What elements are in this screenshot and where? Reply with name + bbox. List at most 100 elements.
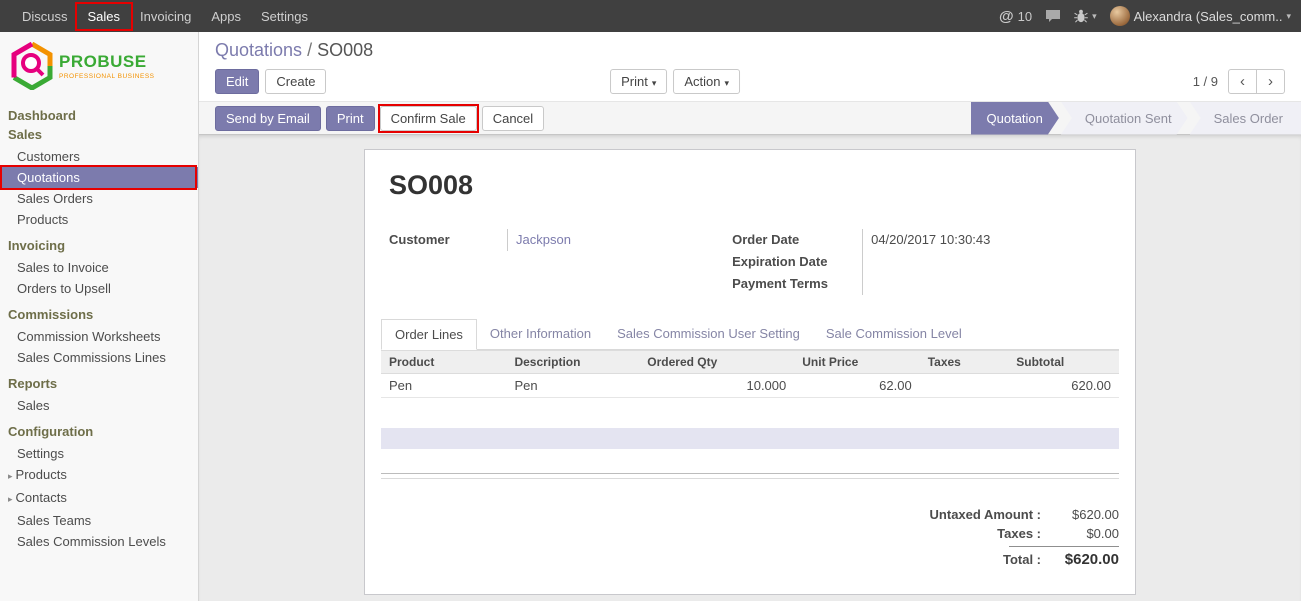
sidebar-item-label: Contacts xyxy=(16,490,67,505)
cell-subtotal: 620.00 xyxy=(1008,374,1119,398)
menu-sales-label: Sales xyxy=(88,9,121,24)
column-header-ordered-qty[interactable]: Ordered Qty xyxy=(639,351,794,374)
caret-down-icon: ▾ xyxy=(1286,12,1291,21)
breadcrumb-quotations-link[interactable]: Quotations xyxy=(215,40,302,60)
statusbar: Send by Email Print Confirm Sale Cancel … xyxy=(199,101,1301,135)
column-header-product[interactable]: Product xyxy=(381,351,506,374)
sidebar-item-quotations[interactable]: Quotations xyxy=(0,167,198,188)
confirm-sale-button[interactable]: Confirm Sale xyxy=(380,106,477,131)
sidebar-section-dashboard[interactable]: Dashboard xyxy=(0,108,198,127)
action-dropdown[interactable]: Action▾ xyxy=(673,69,740,94)
payment-terms-value xyxy=(862,273,1119,295)
create-button[interactable]: Create xyxy=(265,69,326,94)
tab-order-lines[interactable]: Order Lines xyxy=(381,319,477,350)
bug-icon xyxy=(1074,9,1088,23)
user-menu[interactable]: Alexandra (Sales_comm.. ▾ xyxy=(1110,6,1291,26)
column-header-taxes[interactable]: Taxes xyxy=(920,351,1009,374)
confirm-sale-label: Confirm Sale xyxy=(391,111,466,126)
total-separator-line xyxy=(1009,546,1119,547)
menu-discuss[interactable]: Discuss xyxy=(12,0,78,32)
document-title: SO008 xyxy=(389,170,1119,201)
breadcrumb-current: SO008 xyxy=(317,40,373,60)
total-value: $620.00 xyxy=(1041,551,1119,568)
customer-value-link[interactable]: Jackpson xyxy=(507,229,732,251)
sidebar-section-commissions[interactable]: Commissions xyxy=(0,307,198,326)
logo-title: PROBUSE xyxy=(59,52,155,72)
tab-other-information[interactable]: Other Information xyxy=(477,319,604,350)
sidebar-item-sales-teams[interactable]: Sales Teams xyxy=(0,510,198,531)
status-pipeline: Quotation Quotation Sent Sales Order xyxy=(971,102,1301,135)
pager-next-button[interactable]: › xyxy=(1256,69,1285,94)
menu-sales[interactable]: Sales xyxy=(78,0,131,32)
app-menus: Discuss Sales Invoicing Apps Settings xyxy=(12,0,318,32)
untaxed-amount-value: $620.00 xyxy=(1041,507,1119,522)
print-dropdown[interactable]: Print ▾ xyxy=(610,69,667,94)
sidebar-item-customers[interactable]: Customers xyxy=(0,146,198,167)
order-date-label: Order Date xyxy=(732,229,862,247)
action-dropdown-label: Action xyxy=(684,74,720,89)
column-header-unit-price[interactable]: Unit Price xyxy=(794,351,919,374)
sidebar-item-commission-worksheets[interactable]: Commission Worksheets xyxy=(0,326,198,347)
chat-bubble-icon xyxy=(1045,9,1061,23)
caret-down-icon: ▾ xyxy=(652,78,657,88)
form-sheet: SO008 Customer Jackpson Order Date 04/20… xyxy=(364,149,1136,595)
sidebar-item-config-contacts[interactable]: ▸Contacts xyxy=(0,487,198,510)
order-lines-table: Product Description Ordered Qty Unit Pri… xyxy=(381,350,1119,398)
taxes-total-value: $0.00 xyxy=(1041,526,1119,541)
sidebar-item-config-products[interactable]: ▸Products xyxy=(0,464,198,487)
sidebar-section-reports[interactable]: Reports xyxy=(0,376,198,395)
order-line-row[interactable]: Pen Pen 10.000 62.00 620.00 xyxy=(381,374,1119,398)
menu-apps[interactable]: Apps xyxy=(201,0,251,32)
tab-sale-commission-level[interactable]: Sale Commission Level xyxy=(813,319,975,350)
expand-icon: ▸ xyxy=(8,471,13,481)
sidebar-item-orders-to-upsell[interactable]: Orders to Upsell xyxy=(0,278,198,299)
column-header-subtotal[interactable]: Subtotal xyxy=(1008,351,1119,374)
sidebar-item-sales-to-invoice[interactable]: Sales to Invoice xyxy=(0,257,198,278)
sidebar-section-invoicing[interactable]: Invoicing xyxy=(0,238,198,257)
activity-icon: @ xyxy=(999,9,1014,24)
sidebar-item-sales-commission-levels[interactable]: Sales Commission Levels xyxy=(0,531,198,552)
sidebar-item-sales-orders[interactable]: Sales Orders xyxy=(0,188,198,209)
activity-count: 10 xyxy=(1018,9,1032,24)
messages-menu[interactable] xyxy=(1045,9,1061,23)
expiration-date-label: Expiration Date xyxy=(732,251,862,269)
pager-previous-button[interactable]: ‹ xyxy=(1228,69,1257,94)
sidebar-nav: Dashboard Sales Customers Quotations Sal… xyxy=(0,96,198,552)
activity-menu[interactable]: @ 10 xyxy=(999,9,1032,24)
sidebar-item-sales-commissions-lines[interactable]: Sales Commissions Lines xyxy=(0,347,198,368)
notebook-tabs: Order Lines Other Information Sales Comm… xyxy=(381,319,1119,350)
print-dropdown-label: Print xyxy=(621,74,648,89)
probuse-logo-icon xyxy=(10,42,54,90)
cancel-button[interactable]: Cancel xyxy=(482,106,544,131)
debug-menu[interactable]: ▾ xyxy=(1074,9,1097,23)
cell-taxes xyxy=(920,374,1009,398)
edit-button[interactable]: Edit xyxy=(215,69,259,94)
tab-sales-commission-user-setting[interactable]: Sales Commission User Setting xyxy=(604,319,813,350)
empty-line-strip[interactable] xyxy=(381,428,1119,449)
sidebar-section-configuration[interactable]: Configuration xyxy=(0,424,198,443)
horizontal-separator xyxy=(381,473,1119,479)
column-header-description[interactable]: Description xyxy=(506,351,639,374)
send-by-email-button[interactable]: Send by Email xyxy=(215,106,321,131)
totals-block: Untaxed Amount : $620.00 Taxes : $0.00 T… xyxy=(869,505,1119,570)
cell-ordered-qty: 10.000 xyxy=(639,374,794,398)
control-panel: Quotations / SO008 Edit Create Print ▾ Ac… xyxy=(199,32,1301,101)
print-button[interactable]: Print xyxy=(326,106,375,131)
systray: @ 10 ▾ Alexandra (Sales_comm.. ▾ xyxy=(999,0,1291,32)
avatar xyxy=(1110,6,1130,26)
pager: 1 / 9 ‹ › xyxy=(1193,69,1285,94)
company-logo: PROBUSE PROFESSIONAL BUSINESS xyxy=(0,32,198,96)
customer-label: Customer xyxy=(389,229,507,247)
menu-settings[interactable]: Settings xyxy=(251,0,318,32)
sidebar-item-products[interactable]: Products xyxy=(0,209,198,230)
state-quotation[interactable]: Quotation xyxy=(971,102,1059,135)
menu-invoicing[interactable]: Invoicing xyxy=(130,0,201,32)
cell-product[interactable]: Pen xyxy=(381,374,506,398)
sidebar-item-sales-report[interactable]: Sales xyxy=(0,395,198,416)
breadcrumb: Quotations / SO008 xyxy=(215,40,1285,61)
pager-counter: 1 / 9 xyxy=(1193,74,1218,89)
sidebar-item-settings[interactable]: Settings xyxy=(0,443,198,464)
state-quotation-sent[interactable]: Quotation Sent xyxy=(1061,102,1188,135)
state-sales-order[interactable]: Sales Order xyxy=(1190,102,1301,135)
sidebar-section-sales[interactable]: Sales xyxy=(0,127,198,146)
